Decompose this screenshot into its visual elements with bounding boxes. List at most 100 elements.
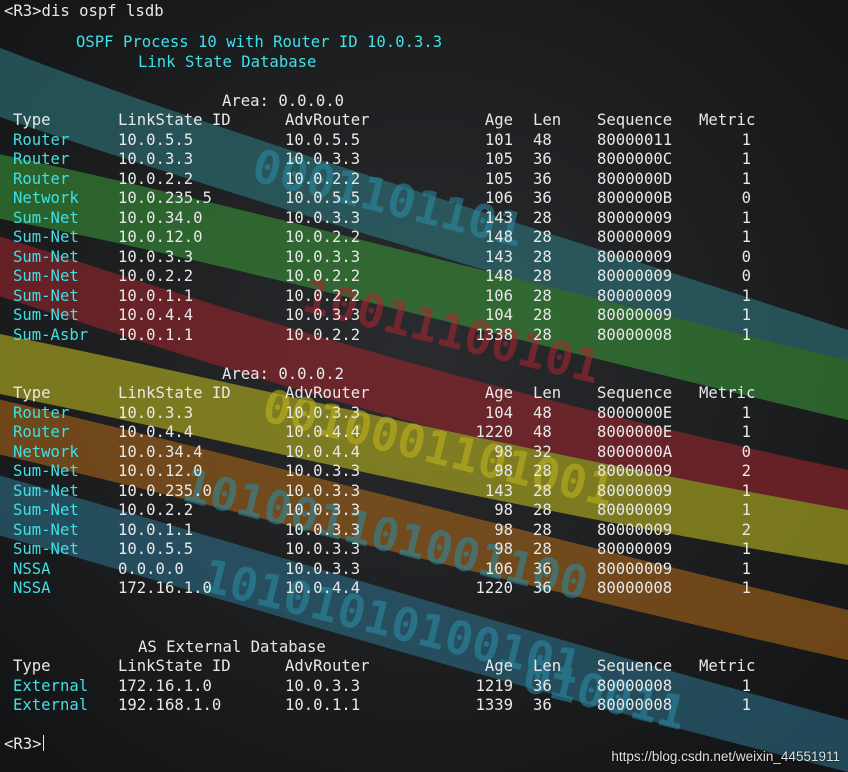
table-row: External 172.16.1.0 10.0.3.3 1219 36 80000008…	[0, 677, 848, 697]
table-cell: 1	[741, 540, 751, 559]
table-cell: 80000009	[597, 481, 673, 500]
table-cell: 1339	[475, 696, 513, 715]
table-cell: 10.0.34.4	[118, 442, 203, 461]
table-cell: 0	[741, 247, 751, 266]
table-row: Sum-Net 10.0.1.1 10.0.3.3 98 28 80000009 2	[0, 521, 848, 541]
column-header: Metric	[699, 384, 756, 403]
table-cell: 1	[741, 228, 751, 247]
table-cell: 0	[741, 267, 751, 286]
table-row: Network 10.0.34.4 10.0.4.4 98 32 8000000A 0	[0, 443, 848, 463]
table-cell: 10.0.5.5	[118, 130, 194, 149]
table-cell: 104	[484, 403, 513, 422]
table-cell: 1	[741, 696, 751, 715]
table-cell: Sum-Net	[13, 286, 79, 305]
table-cell: 98	[494, 501, 513, 520]
table-cell: 10.0.5.5	[285, 130, 361, 149]
table-cell: 28	[533, 520, 552, 539]
table-cell: 80000009	[597, 208, 673, 227]
table-row: Router 10.0.5.5 10.0.5.5 101 48 80000011 1	[0, 131, 848, 151]
table-cell: 80000009	[597, 540, 673, 559]
table-cell: Sum-Net	[13, 306, 79, 325]
table-cell: 10.0.1.1	[285, 696, 361, 715]
table-cell: 1	[741, 481, 751, 500]
table-cell: Sum-Net	[13, 501, 79, 520]
table-cell: External	[13, 676, 89, 695]
table-cell: 2	[741, 462, 751, 481]
table-row: NSSA 0.0.0.0 10.0.3.3 106 36 80000009 1	[0, 560, 848, 580]
table-cell: 10.0.4.4	[285, 423, 361, 442]
table-cell: External	[13, 696, 89, 715]
table-cell: 80000008	[597, 325, 673, 344]
table-cell: 143	[484, 247, 513, 266]
table-row: Network 10.0.235.5 10.0.5.5 106 36 8000000B 0	[0, 189, 848, 209]
table-cell: 143	[484, 481, 513, 500]
column-header: Age	[484, 111, 513, 130]
table-row: Sum-Net 10.0.34.0 10.0.3.3 143 28 80000009 1	[0, 209, 848, 229]
table-cell: 10.0.12.0	[118, 228, 203, 247]
column-header: Age	[484, 657, 513, 676]
table-cell: 106	[484, 559, 513, 578]
table-row: Sum-Net 10.0.1.1 10.0.2.2 106 28 80000009 1	[0, 287, 848, 307]
table-cell: 10.0.1.1	[118, 325, 194, 344]
table-cell: Router	[13, 403, 70, 422]
column-header: Type	[13, 111, 51, 130]
command-line: <R3>dis ospf lsdb	[4, 2, 164, 20]
table-cell: 10.0.2.2	[285, 228, 361, 247]
table-cell: 80000009	[597, 520, 673, 539]
table-cell: 10.0.2.2	[118, 169, 194, 188]
table-cell: 10.0.1.1	[118, 520, 194, 539]
table-cell: 10.0.235.5	[118, 189, 212, 208]
table-cell: 10.0.4.4	[118, 423, 194, 442]
table-cell: 80000009	[597, 462, 673, 481]
area-label: Area: 0.0.0.0	[222, 91, 345, 110]
table-cell: 10.0.3.3	[285, 403, 361, 422]
table-cell: 28	[533, 540, 552, 559]
table-cell: 8000000A	[597, 442, 673, 461]
table-cell: Router	[13, 169, 70, 188]
table-cell: 143	[484, 208, 513, 227]
table-cell: 10.0.3.3	[285, 540, 361, 559]
table-row: Sum-Net 10.0.12.0 10.0.3.3 98 28 80000009 2	[0, 462, 848, 482]
table-cell: 1220	[475, 423, 513, 442]
table-cell: 105	[484, 169, 513, 188]
table-cell: 28	[533, 462, 552, 481]
table-cell: 28	[533, 267, 552, 286]
external-db-title: AS External Database	[138, 637, 326, 656]
table-cell: 98	[494, 540, 513, 559]
column-header: Len	[533, 111, 562, 130]
table-row: Sum-Net 10.0.4.4 10.0.3.3 104 28 80000009 1	[0, 306, 848, 326]
table-cell: 10.0.4.4	[118, 306, 194, 325]
table-cell: 80000009	[597, 267, 673, 286]
terminal-output: <R3>dis ospf lsdb OSPF Process 10 with Ro…	[0, 0, 848, 772]
table-cell: 0	[741, 189, 751, 208]
column-header: Sequence	[597, 111, 673, 130]
table-cell: 80000009	[597, 306, 673, 325]
table-cell: 80000008	[597, 676, 673, 695]
table-cell: 28	[533, 481, 552, 500]
table-cell: 10.0.1.1	[118, 286, 194, 305]
table-cell: 1	[741, 150, 751, 169]
table-header: Type LinkState ID AdvRouter Age Len Sequence M…	[0, 384, 848, 404]
column-header: AdvRouter	[285, 657, 370, 676]
column-header: Metric	[699, 111, 756, 130]
table-cell: NSSA	[13, 579, 51, 598]
table-cell: 36	[533, 169, 552, 188]
table-cell: Sum-Net	[13, 267, 79, 286]
table-row: External 192.168.1.0 10.0.1.1 1339 36 8000000…	[0, 696, 848, 716]
table-cell: 105	[484, 150, 513, 169]
table-cell: 148	[484, 267, 513, 286]
table-cell: 36	[533, 579, 552, 598]
table-cell: 10.0.3.3	[118, 247, 194, 266]
table-row: Sum-Net 10.0.12.0 10.0.2.2 148 28 80000009 1	[0, 228, 848, 248]
table-row: Sum-Net 10.0.5.5 10.0.3.3 98 28 80000009 1	[0, 540, 848, 560]
column-header: LinkState ID	[118, 657, 231, 676]
table-cell: 98	[494, 442, 513, 461]
table-row: Router 10.0.4.4 10.0.4.4 1220 48 8000000E 1	[0, 423, 848, 443]
table-cell: 148	[484, 228, 513, 247]
table-cell: 10.0.5.5	[118, 540, 194, 559]
table-cell: 0.0.0.0	[118, 559, 184, 578]
table-cell: Sum-Net	[13, 247, 79, 266]
table-cell: 28	[533, 325, 552, 344]
table-cell: 80000009	[597, 247, 673, 266]
table-cell: 10.0.235.0	[118, 481, 212, 500]
